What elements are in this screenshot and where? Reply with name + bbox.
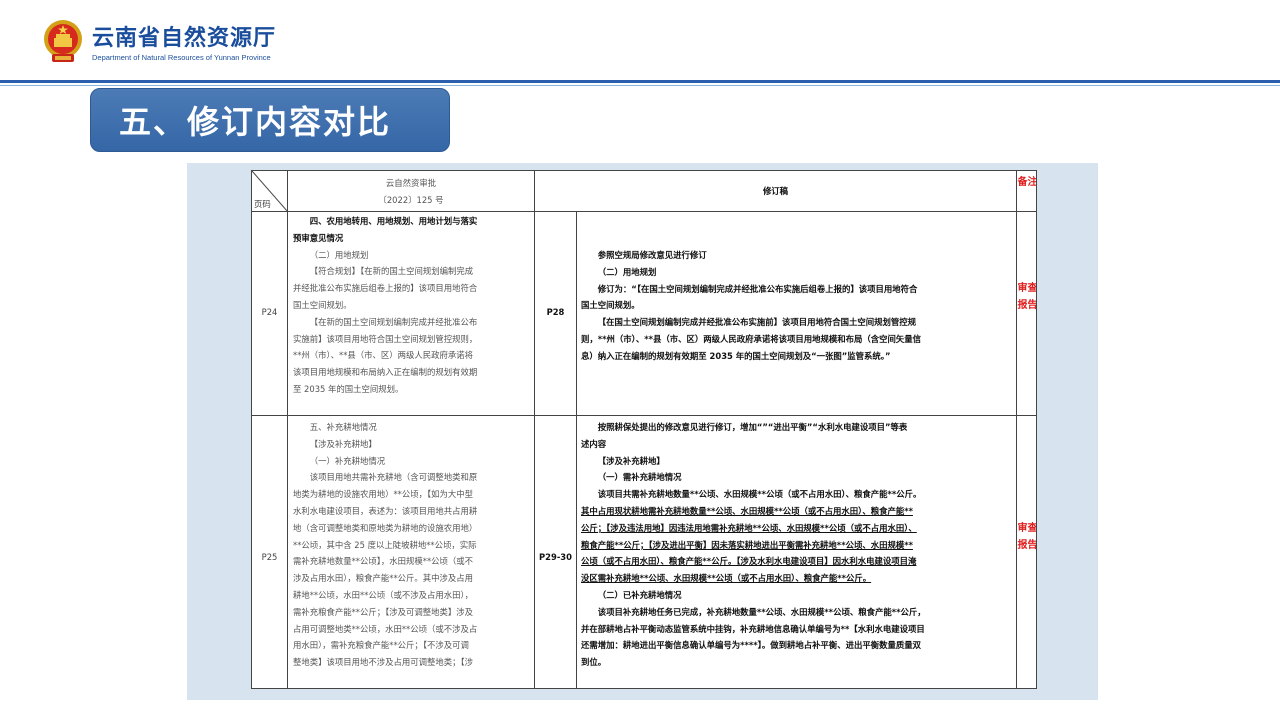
original-line: 至 2035 年的国土空间规划。 [293,383,404,394]
original-line: 需补充耕地数量**公顷】，水田规模**公顷（或不 [293,556,474,567]
revised-line: （二）已补充耕地情况 [597,589,682,600]
row2-original-cell: 五、补充耕地情况 【涉及补充耕地】 （一）补充耕地情况 该项目用地共需补充耕地（… [288,416,535,688]
national-emblem-icon [44,20,82,62]
original-line: 用水田），需补充粮食产能**公斤；【不涉及可调 [293,640,469,651]
row1-original-cell: 四、农用地转用、用地规划、用地计划与落实 预审意见情况 （二）用地规划 【符合规… [288,212,535,416]
revised-line: 该项目补充耕地任务已完成，补充耕地数量**公顷、水田规模**公顷、粮食产能**公… [597,606,926,617]
comparison-table: 页码 云自然资审批 〔2022〕125 号 修订稿 备注 P24 四、农用地转用… [251,170,1037,689]
original-line: 地类为耕地的设施农用地）**公顷，【如为大中型 [293,489,474,500]
row2-page-revised: P29-30 [539,552,572,562]
row1-revised-text: 参照空规局修改意见进行修订 （二）用地规划 修订为：“【在国土空间规划编制完成并… [581,247,1013,365]
revised-line: 修订为：“【在国土空间规划编制完成并经批准公布实施后组卷上报的】该项目用地符合 [597,283,918,294]
comparison-panel: 页码 云自然资审批 〔2022〕125 号 修订稿 备注 P24 四、农用地转用… [187,163,1098,700]
original-line: 【涉及补充耕地】 [309,438,377,449]
section-title: 五、修订内容对比 [90,88,450,152]
revised-line: 公斤；【涉及违法用地】因违法用地需补充耕地**公顷、水田规模**公顷（或不占用水… [581,522,917,533]
revised-line: 公顷（或不占用水田）、粮食产能**公斤。【涉及水利水电建设项目】因水利水电建设项… [581,556,917,567]
row1-page-revised-cell: P28 [535,212,577,416]
row2-page-original-cell: P25 [252,416,288,688]
original-line: 水利水电建设项目，表述为：该项目用地共占用耕 [293,505,478,516]
header-divider-thin [0,85,1280,86]
revised-line: 该项目共需补充耕地数量**公顷、水田规模**公顷（或不占用水田）、粮食产能**公… [597,489,922,500]
page-header: 云南省自然资源厅 Department of Natural Resources… [0,0,1280,86]
original-line: 占用可调整地类**公顷，水田**公顷（或不涉及占 [293,623,478,634]
header-remark-title: 备注 [1017,177,1037,188]
revised-line: 【涉及补充耕地】 [597,455,665,466]
header-revised-title: 修订稿 [762,186,789,196]
header-remark-cell: 备注 [1017,171,1037,212]
header-original-cell: 云自然资审批 〔2022〕125 号 [288,171,535,212]
header-original-title-2: 〔2022〕125 号 [378,195,444,205]
row2-revised-cell: 按照耕保处提出的修改意见进行修订，增加“”“进出平衡”“水利水电建设项目”等表 … [577,416,1017,688]
revised-line: 息）纳入正在编制的规划有效期至 2035 年的国土空间规划及“一张图”监管系统。… [581,350,891,361]
original-line: **公顷，其中含 25 度以上陡坡耕地**公顷，实际 [293,539,477,550]
revised-line: 粮食产能**公斤；【涉及进出平衡】因未落实耕地进出平衡需补充耕地**公顷、水田规… [581,539,913,550]
original-line: **州（市）、**县（市、区）两级人民政府承诺将 [293,350,474,361]
original-line: 整地类】该项目用地不涉及占用可调整地类；【涉 [293,657,474,668]
revised-line: 并在部耕地占补平衡动态监管系统中挂钩，补充耕地信息确认单编号为**【水利水电建设… [581,623,925,634]
original-line: （一）补充耕地情况 [309,455,386,466]
original-line: 需补充粮食产能**公斤；【涉及可调整地类】涉及 [293,606,474,617]
revised-line: 没区需补充耕地**公顷、水田规模**公顷（或不占用水田）、粮食产能**公斤。 [581,573,872,584]
row1-revised-cell: 参照空规局修改意见进行修订 （二）用地规划 修订为：“【在国土空间规划编制完成并… [577,212,1017,416]
row2-remark: 审查报告 [1017,523,1037,551]
original-line: 地（含可调整地类和原地类为耕地的设施农用地） [293,522,478,533]
row1-remark: 审查报告 [1017,283,1037,311]
header-revised-cell: 修订稿 [535,171,1017,212]
row1-page-original-cell: P24 [252,212,288,416]
original-line: （二）用地规划 [309,249,369,260]
row2-original-text: 五、补充耕地情况 【涉及补充耕地】 （一）补充耕地情况 该项目用地共需补充耕地（… [293,419,531,671]
revised-line: 述内容 [581,438,607,449]
revised-line: （二）用地规划 [597,266,657,277]
original-line: 【在新的国土空间规划编制完成并经批准公布 [309,316,478,327]
header-page-label: 页码 [254,199,271,209]
org-name: 云南省自然资源厅 [92,25,277,51]
header-divider [0,80,1280,83]
revised-line: 国土空间规划。 [581,300,640,311]
row1-remark-cell: 审查报告 [1017,212,1037,416]
row2-page-original: P25 [261,552,278,562]
revised-line: 则，**州（市）、**县（市、区）两级人民政府承诺将该项目用地规模和布局（含空间… [581,333,921,344]
original-line: 耕地**公顷，水田**公顷（或不涉及占用水田）， [293,589,474,600]
revised-line: 按照耕保处提出的修改意见进行修订，增加“”“进出平衡”“水利水电建设项目”等表 [597,422,908,432]
original-line: 预审意见情况 [293,232,344,243]
original-line: 该项目用地规模和布局纳入正在编制的规划有效期 [293,367,478,378]
header-original-title-1: 云自然资审批 [385,178,437,188]
row2-page-revised-cell: P29-30 [535,416,577,688]
row1-original-text: 四、农用地转用、用地规划、用地计划与落实 预审意见情况 （二）用地规划 【符合规… [293,213,531,398]
original-line: 四、农用地转用、用地规划、用地计划与落实 [309,216,478,226]
original-line: 并经批准公布实施后组卷上报的】该项目用地符合 [293,283,478,294]
original-line: 该项目用地共需补充耕地（含可调整地类和原 [309,472,478,483]
row1-page-original: P24 [261,307,278,317]
revised-line: 其中占用现状耕地需补充耕地数量**公顷、水田规模**公顷（或不占用水田）、粮食产… [581,505,913,516]
row1-page-revised: P28 [546,307,565,317]
revised-line: 还需增加：耕地进出平衡信息确认单编号为****】。做到耕地占补平衡、进出平衡数量… [581,640,921,651]
revised-line: 参照空规局修改意见进行修订 [597,250,707,260]
original-line: 涉及占用水田），粮食产能**公斤。其中涉及占用 [293,573,474,584]
row2-revised-text: 按照耕保处提出的修改意见进行修订，增加“”“进出平衡”“水利水电建设项目”等表 … [581,419,1013,671]
original-line: 国土空间规划。 [293,299,352,310]
original-line: 【符合规划】【在新的国土空间规划编制完成 [309,266,474,277]
original-line: 实施前】该项目用地符合国土空间规划管控规则， [293,333,478,344]
original-line: 五、补充耕地情况 [309,422,377,432]
revised-line: （一）需补充耕地情况 [597,472,682,483]
header-page-cell: 页码 [252,171,288,212]
row2-remark-cell: 审查报告 [1017,416,1037,688]
revised-line: 【在国土空间规划编制完成并经批准公布实施前】该项目用地符合国土空间规划管控规 [597,317,917,328]
org-name-english: Department of Natural Resources of Yunna… [92,53,271,62]
revised-line: 到位。 [581,657,607,668]
